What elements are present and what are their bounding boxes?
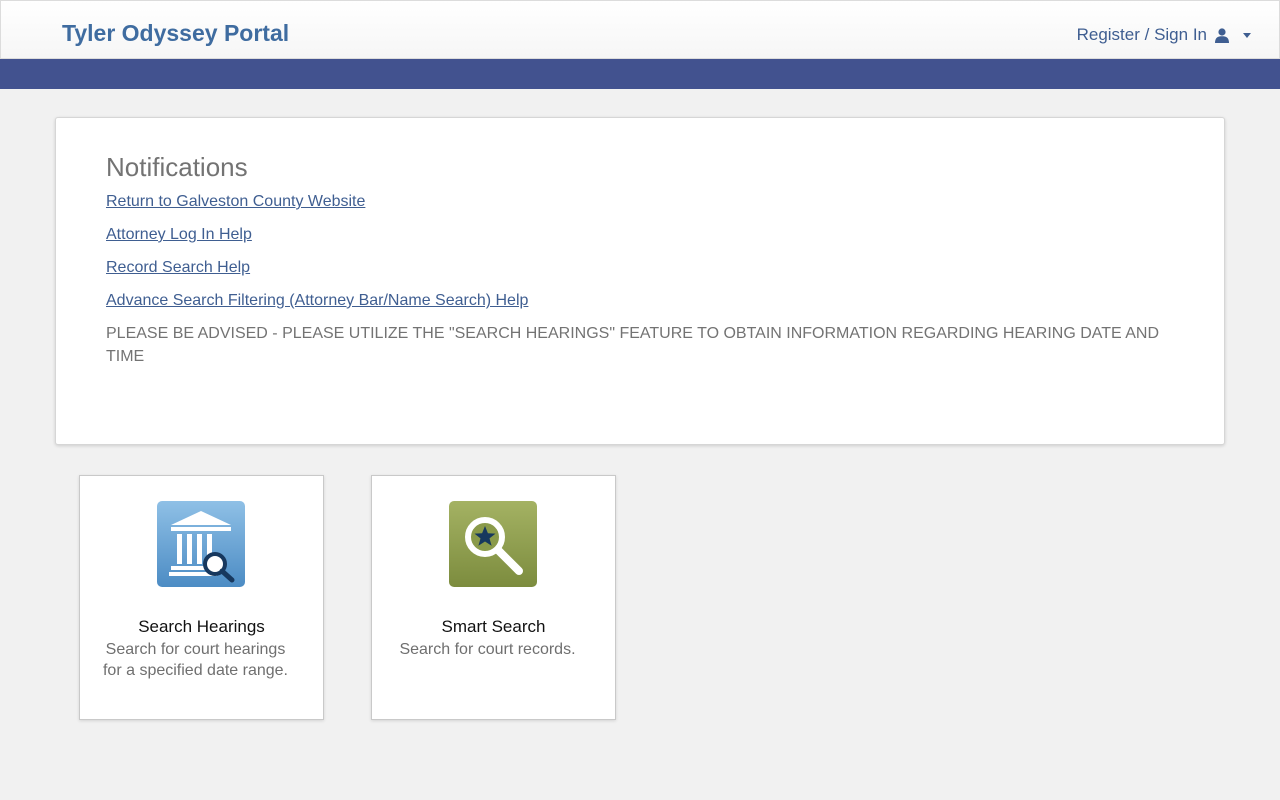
header-band	[0, 59, 1280, 89]
top-navbar: Tyler Odyssey Portal Register / Sign In	[0, 0, 1280, 59]
notifications-card: Notifications Return to Galveston County…	[55, 117, 1225, 445]
smart-search-tile[interactable]: Smart Search Search for court records.	[371, 475, 616, 720]
register-signin-menu[interactable]: Register / Sign In	[1077, 25, 1251, 45]
star-magnifier-icon	[449, 501, 537, 587]
search-hearings-title: Search Hearings	[138, 617, 265, 636]
signin-label: Register / Sign In	[1076, 25, 1207, 44]
hearings-advisory-notice: PLEASE BE ADVISED - PLEASE UTILIZE THE "…	[106, 325, 1160, 365]
smart-search-description: Search for court records.	[399, 641, 576, 658]
notifications-title: Notifications	[106, 152, 248, 182]
portal-brand-link[interactable]: Tyler Odyssey Portal	[62, 20, 289, 47]
link-attorney-login-help[interactable]: Attorney Log In Help	[106, 225, 1174, 244]
link-record-search-help[interactable]: Record Search Help	[106, 258, 1174, 277]
caret-down-icon	[1243, 32, 1251, 38]
courthouse-search-icon	[157, 501, 245, 587]
search-hearings-description: Search for court hearings for a specifie…	[102, 641, 288, 679]
link-advance-search-filtering-help[interactable]: Advance Search Filtering (Attorney Bar/N…	[106, 291, 1174, 310]
smart-search-title: Smart Search	[441, 617, 546, 636]
search-hearings-tile[interactable]: Search Hearings Search for court hearing…	[79, 475, 324, 720]
user-icon	[1215, 27, 1229, 43]
link-return-to-county-website[interactable]: Return to Galveston County Website	[106, 192, 1174, 211]
